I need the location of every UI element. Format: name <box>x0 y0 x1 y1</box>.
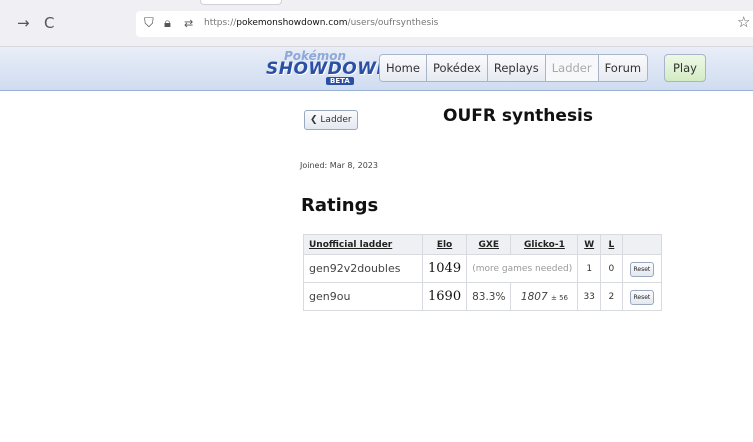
page-title: OUFR synthesis <box>443 106 594 126</box>
glicko-deviation: ± 56 <box>550 293 568 302</box>
nav-tab-ladder[interactable]: Ladder <box>544 55 598 81</box>
reset-cell: Reset <box>621 282 662 311</box>
ratings-table: Unofficial ladder Elo GXE Glicko-1 W L g… <box>303 234 662 311</box>
site-header: Pokémon SHOWDOWN BETA Home Pokédex Replays… <box>0 47 753 91</box>
browser-toolbar: → C ⛉ 🔒︎ ⇄ https://pokemonshowdown.com/u… <box>0 0 753 47</box>
losses-cell: 2 <box>599 282 623 311</box>
shield-icon[interactable]: ⛉ <box>144 16 154 31</box>
chevron-left-icon: ❮ <box>310 115 318 125</box>
lock-icon[interactable]: 🔒︎ <box>164 16 171 31</box>
nav-tab-replays[interactable]: Replays <box>486 55 545 81</box>
ratings-heading: Ratings <box>301 195 379 216</box>
reset-button[interactable]: Reset <box>629 261 655 277</box>
col-losses-header: L <box>599 234 623 255</box>
col-wins-header: W <box>577 234 601 255</box>
col-ladder-header: Unofficial ladder <box>303 234 423 255</box>
reset-button[interactable]: Reset <box>629 289 655 305</box>
back-to-ladder-button[interactable]: ❮ Ladder <box>304 110 358 130</box>
col-glicko-header: Glicko-1 <box>510 234 579 255</box>
col-gxe-header: GXE <box>466 234 512 255</box>
back-button-label: Ladder <box>320 115 352 125</box>
format-cell: gen9ou <box>303 282 423 311</box>
table-row: gen9ou 1690 83.3% 1807 ± 56 33 2 Reset <box>303 282 662 311</box>
table-header-row: Unofficial ladder Elo GXE Glicko-1 W L <box>303 234 662 255</box>
nav-tab-forum[interactable]: Forum <box>597 55 648 81</box>
address-bar[interactable]: ⛉ 🔒︎ ⇄ https://pokemonshowdown.com/users… <box>136 11 753 37</box>
elo-cell: 1690 <box>421 282 468 311</box>
browser-tab[interactable] <box>200 0 282 5</box>
main-nav: Home Pokédex Replays Ladder Forum <box>379 54 649 82</box>
table-row: gen92v2doubles 1049 (more games needed) … <box>303 254 662 283</box>
col-actions-header <box>621 234 662 255</box>
nav-tab-pok-dex[interactable]: Pokédex <box>425 55 487 81</box>
nav-tab-home[interactable]: Home <box>380 55 426 81</box>
format-cell: gen92v2doubles <box>303 254 423 283</box>
logo-showdown-text: SHOWDOWN <box>266 59 392 79</box>
col-elo-header: Elo <box>421 234 468 255</box>
logo-beta-badge: BETA <box>326 77 354 85</box>
permissions-icon[interactable]: ⇄ <box>184 17 193 30</box>
gxe-cell: 83.3% <box>466 282 512 311</box>
play-button[interactable]: Play <box>664 54 706 82</box>
reload-icon[interactable]: C <box>44 14 54 32</box>
url-text[interactable]: https://pokemonshowdown.com/users/oufrsy… <box>204 18 438 28</box>
glicko-value: 1807 <box>520 290 548 303</box>
showdown-logo[interactable]: Pokémon SHOWDOWN BETA <box>266 49 391 89</box>
bookmark-star-icon[interactable]: ☆ <box>737 13 750 31</box>
forward-arrow-icon[interactable]: → <box>17 14 30 32</box>
losses-cell: 0 <box>599 254 623 283</box>
wins-cell: 33 <box>577 282 601 311</box>
glicko-cell: 1807 ± 56 <box>510 282 579 311</box>
reset-cell: Reset <box>621 254 662 283</box>
more-games-note: (more games needed) <box>466 254 579 283</box>
joined-date: Joined: Mar 8, 2023 <box>300 161 378 170</box>
elo-cell: 1049 <box>421 254 468 283</box>
wins-cell: 1 <box>577 254 601 283</box>
